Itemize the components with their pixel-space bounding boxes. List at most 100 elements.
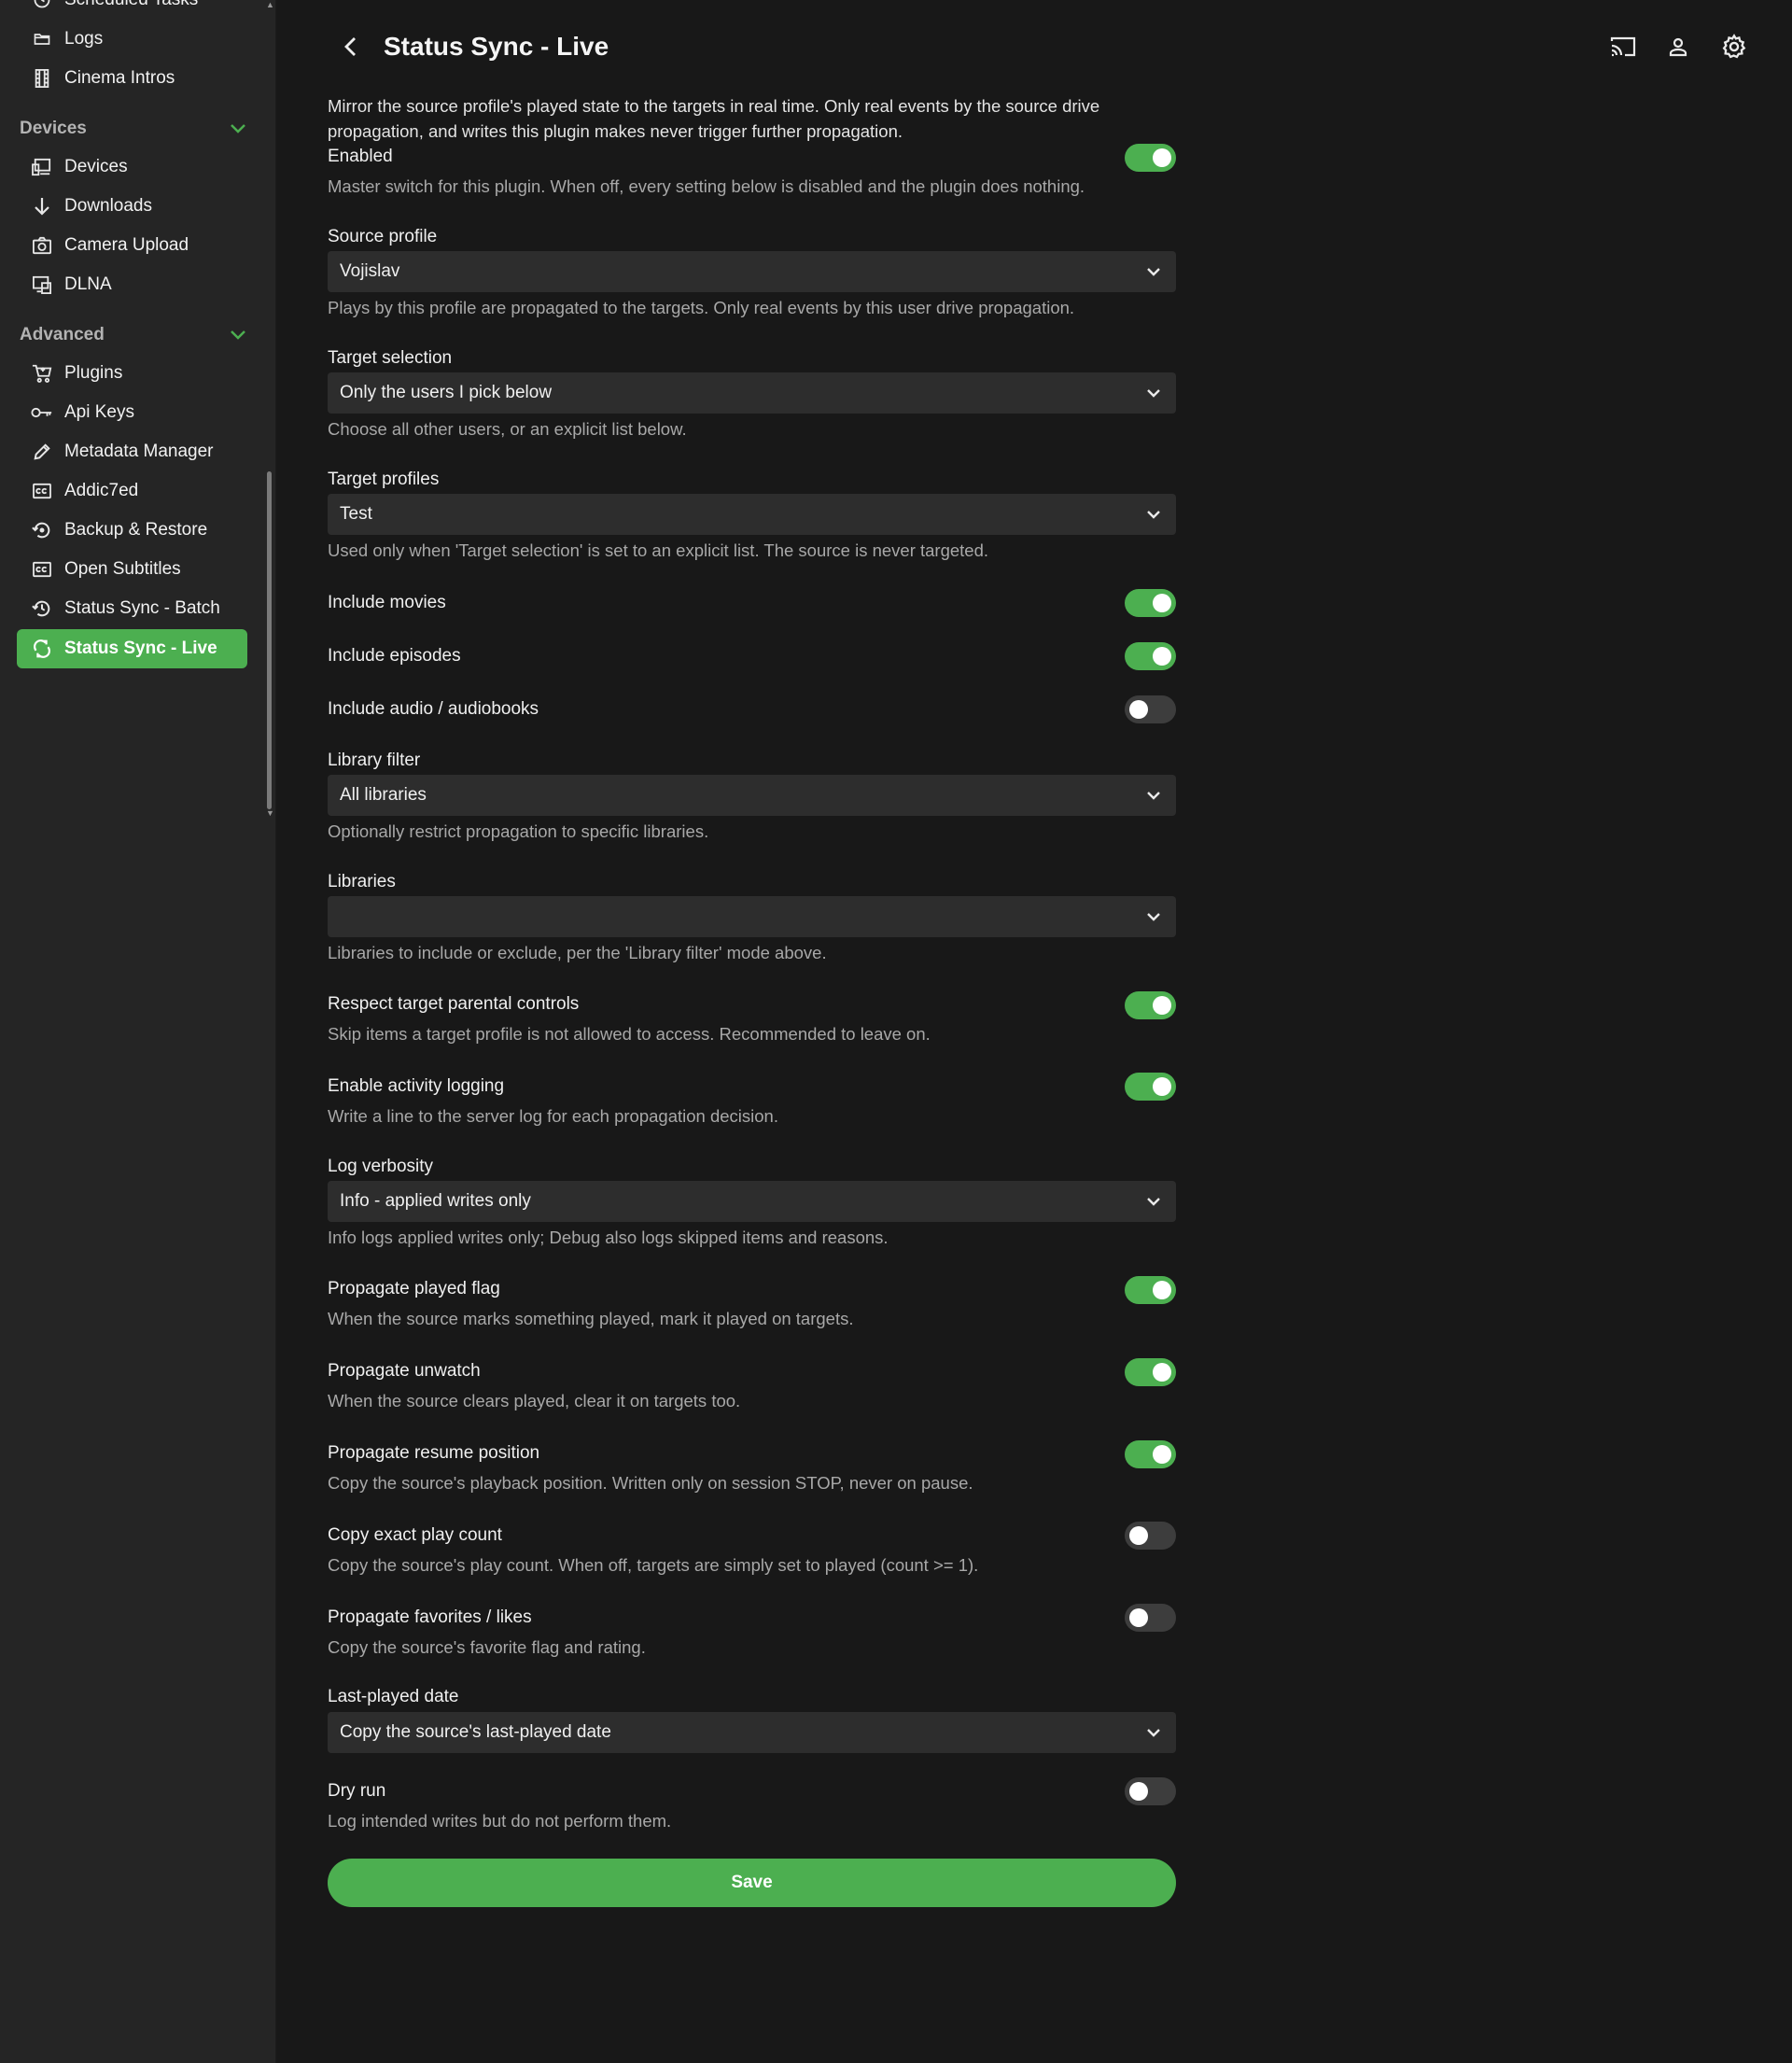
last-played-select[interactable]: Copy the source's last-played date (328, 1712, 1176, 1753)
setting-label-include-movies: Include movies (328, 593, 446, 612)
select-value: All libraries (340, 785, 427, 805)
sidebar-item-label: Camera Upload (64, 235, 189, 255)
sidebar-scrollbar[interactable]: ▲ ▼ (266, 0, 274, 821)
toggle-knob (1153, 1445, 1171, 1464)
target-selection-select[interactable]: Only the users I pick below (328, 372, 1176, 414)
setting-label-parental-controls: Respect target parental controls (328, 994, 580, 1014)
log-verbosity-select[interactable]: Info - applied writes only (328, 1181, 1176, 1222)
scrollbar-thumb[interactable] (267, 471, 272, 809)
cast-icon[interactable] (1606, 30, 1640, 63)
gear-icon[interactable] (1717, 30, 1751, 63)
chevron-down-icon (228, 119, 248, 139)
dlna-icon (31, 274, 53, 296)
sidebar-item-label: Status Sync - Live (64, 639, 217, 658)
setting-label-libraries: Libraries (328, 872, 396, 891)
include-audio-toggle[interactable] (1125, 695, 1176, 723)
sidebar-item-devices[interactable]: Devices (17, 147, 247, 187)
devices-icon (31, 156, 53, 178)
dry-run-toggle[interactable] (1125, 1777, 1176, 1805)
toggle-knob (1153, 996, 1171, 1015)
play-count-toggle[interactable] (1125, 1522, 1176, 1550)
setting-label-unwatch: Propagate unwatch (328, 1361, 481, 1381)
toggle-knob (1129, 700, 1148, 719)
scroll-down-arrow-icon[interactable]: ▼ (266, 808, 274, 818)
download-icon (31, 195, 53, 218)
sidebar-item-label: Scheduled Tasks (64, 0, 198, 10)
include-movies-toggle[interactable] (1125, 589, 1176, 617)
chevron-down-icon (1144, 1723, 1163, 1742)
select-value: Vojislav (340, 261, 400, 281)
favorites-toggle[interactable] (1125, 1604, 1176, 1632)
setting-desc-parental-controls: Skip items a target profile is not allow… (328, 1024, 931, 1044)
toggle-knob (1129, 1526, 1148, 1545)
setting-desc-play-count: Copy the source's play count. When off, … (328, 1555, 979, 1575)
chevron-down-icon (1144, 262, 1163, 281)
setting-label-include-audio: Include audio / audiobooks (328, 699, 539, 719)
sidebar-item-label: Status Sync - Batch (64, 598, 220, 618)
libraries-select[interactable] (328, 896, 1176, 937)
folder-icon (31, 28, 53, 50)
sidebar-item-open-subtitles[interactable]: Open Subtitles (17, 550, 247, 589)
toggle-knob (1153, 647, 1171, 666)
setting-label-enabled: Enabled (328, 147, 393, 166)
setting-label-target-profiles: Target profiles (328, 470, 440, 489)
sidebar-item-plugins[interactable]: Plugins (17, 354, 247, 393)
chevron-down-icon (1144, 786, 1163, 805)
pencil-icon (31, 441, 53, 463)
subtitles-icon (31, 558, 53, 581)
sidebar-item-addic7ed[interactable]: Addic7ed (17, 471, 247, 511)
save-button[interactable]: Save (328, 1859, 1176, 1907)
sidebar-item-downloads[interactable]: Downloads (17, 187, 247, 226)
sidebar-item-status-sync-live[interactable]: Status Sync - Live (17, 629, 247, 668)
film-icon (31, 67, 53, 90)
sidebar-item-api-keys[interactable]: Api Keys (17, 393, 247, 432)
toggle-knob (1153, 148, 1171, 167)
activity-logging-toggle[interactable] (1125, 1073, 1176, 1101)
sidebar-item-label: Plugins (64, 363, 123, 383)
target-profiles-select[interactable]: Test (328, 494, 1176, 535)
resume-position-toggle[interactable] (1125, 1440, 1176, 1468)
sidebar-section-title: Devices (20, 119, 87, 138)
sidebar-scroll-area: Scheduled Tasks Logs Cinema Intros Devic… (0, 0, 276, 821)
setting-label-played-flag: Propagate played flag (328, 1279, 500, 1298)
setting-desc-played-flag: When the source marks something played, … (328, 1309, 854, 1328)
setting-label-dry-run: Dry run (328, 1781, 386, 1801)
back-button[interactable] (334, 30, 368, 63)
sidebar-section-devices[interactable]: Devices (20, 115, 248, 143)
sidebar-item-label: Devices (64, 157, 128, 176)
sidebar-item-scheduled-tasks[interactable]: Scheduled Tasks (17, 0, 247, 20)
toggle-knob (1153, 1281, 1171, 1299)
cart-icon (31, 362, 53, 385)
toggle-knob (1153, 594, 1171, 612)
sidebar-item-label: Open Subtitles (64, 559, 181, 579)
enabled-toggle[interactable] (1125, 144, 1176, 172)
toggle-knob (1129, 1608, 1148, 1627)
sidebar-item-logs[interactable]: Logs (17, 20, 247, 59)
camera-icon (31, 234, 53, 257)
scroll-up-arrow-icon[interactable]: ▲ (266, 0, 274, 9)
include-episodes-toggle[interactable] (1125, 642, 1176, 670)
sidebar-item-label: Cinema Intros (64, 68, 175, 88)
library-filter-select[interactable]: All libraries (328, 775, 1176, 816)
setting-label-activity-logging: Enable activity logging (328, 1076, 505, 1096)
sidebar-item-cinema-intros[interactable]: Cinema Intros (17, 59, 247, 98)
sidebar-item-metadata-manager[interactable]: Metadata Manager (17, 432, 247, 471)
played-flag-toggle[interactable] (1125, 1276, 1176, 1304)
parental-controls-toggle[interactable] (1125, 991, 1176, 1019)
setting-label-library-filter: Library filter (328, 751, 421, 770)
user-icon[interactable] (1661, 30, 1695, 63)
sidebar-item-backup-restore[interactable]: Backup & Restore (17, 511, 247, 550)
setting-desc-activity-logging: Write a line to the server log for each … (328, 1106, 778, 1126)
setting-desc-libraries: Libraries to include or exclude, per the… (328, 943, 827, 962)
sidebar-section-advanced[interactable]: Advanced (20, 321, 248, 349)
sidebar-item-camera-upload[interactable]: Camera Upload (17, 226, 247, 265)
select-value: Info - applied writes only (340, 1191, 531, 1211)
source-profile-select[interactable]: Vojislav (328, 251, 1176, 292)
page-title: Status Sync - Live (384, 32, 609, 61)
unwatch-toggle[interactable] (1125, 1358, 1176, 1386)
sidebar-item-dlna[interactable]: DLNA (17, 265, 247, 304)
setting-label-log-verbosity: Log verbosity (328, 1157, 434, 1176)
sync-icon (31, 638, 53, 660)
setting-label-resume-position: Propagate resume position (328, 1443, 540, 1463)
sidebar-item-status-sync-batch[interactable]: Status Sync - Batch (17, 589, 247, 628)
